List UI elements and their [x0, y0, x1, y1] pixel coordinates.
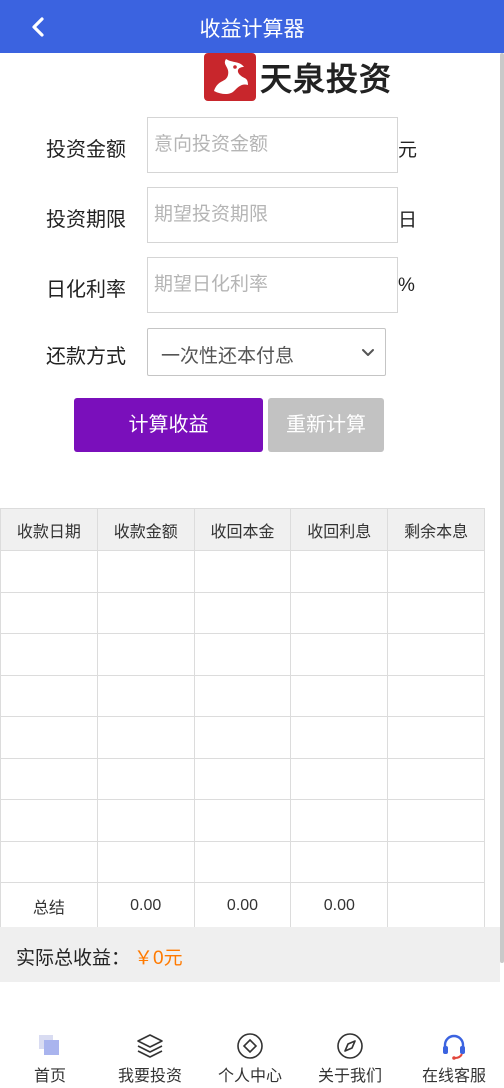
dragon-logo-icon [204, 53, 256, 101]
tab-service[interactable]: 在线客服 [404, 1028, 504, 1088]
tab-home[interactable]: 首页 [0, 1028, 100, 1088]
amount-input[interactable] [147, 117, 398, 173]
total-label: 实际总收益： [16, 948, 131, 969]
total-value: ￥0元 [134, 948, 183, 969]
table-row [0, 799, 485, 842]
term-unit: 日 [398, 210, 418, 231]
scrollbar[interactable] [500, 53, 504, 963]
chevron-down-icon [362, 349, 374, 356]
rate-input[interactable] [147, 257, 398, 313]
col-amount: 收款金额 [96, 508, 195, 551]
table-row [0, 716, 485, 759]
tab-user-center-label: 个人中心 [217, 1068, 282, 1085]
rate-unit: % [398, 275, 415, 296]
compass-icon [337, 1033, 363, 1059]
brand-logo: 天泉投资 [204, 52, 392, 102]
col-principal: 收回本金 [193, 508, 292, 551]
user-center-icon [237, 1033, 263, 1059]
summary-interest: 0.00 [290, 882, 389, 929]
amount-label: 投资金额 [46, 139, 126, 161]
repayment-label: 还款方式 [46, 346, 126, 368]
page-title: 收益计算器 [199, 18, 305, 41]
col-interest: 收回利息 [290, 508, 389, 551]
table-row [0, 840, 485, 883]
tab-user-center[interactable]: 个人中心 [200, 1028, 300, 1088]
table-row [0, 757, 485, 800]
summary-amount: 0.00 [96, 882, 195, 929]
term-label: 投资期限 [46, 209, 126, 231]
rate-label: 日化利率 [46, 279, 126, 301]
summary-row: 总结 0.00 0.00 0.00 [0, 882, 485, 929]
repayment-select[interactable]: 一次性还本付息 [147, 328, 386, 376]
tab-service-label: 在线客服 [421, 1068, 486, 1085]
col-remaining: 剩余本息 [387, 508, 485, 551]
layers-icon [137, 1034, 163, 1058]
tab-invest[interactable]: 我要投资 [100, 1028, 200, 1088]
summary-principal: 0.00 [193, 882, 292, 929]
table-row [0, 550, 485, 593]
home-icon [39, 1035, 59, 1055]
table-row [0, 674, 485, 717]
table-header-row: 收款日期 收款金额 收回本金 收回利息 剩余本息 [0, 508, 485, 551]
repayment-selected: 一次性还本付息 [161, 346, 295, 367]
result-table: 收款日期 收款金额 收回本金 收回利息 剩余本息 总结 0.00 0.00 0.… [0, 508, 485, 929]
amount-unit: 元 [398, 140, 418, 161]
tab-home-label: 首页 [33, 1068, 66, 1085]
summary-remaining [387, 882, 485, 929]
brand-name: 天泉投资 [260, 61, 393, 97]
total-bar: 实际总收益： ￥0元 [0, 927, 500, 982]
term-input[interactable] [147, 187, 398, 243]
calculate-button[interactable]: 计算收益 [74, 398, 263, 452]
table-row [0, 591, 485, 634]
top-bar: 收益计算器 [0, 0, 504, 53]
tab-about[interactable]: 关于我们 [300, 1028, 400, 1088]
reset-button[interactable]: 重新计算 [268, 398, 384, 452]
summary-label: 总结 [0, 882, 98, 929]
bottom-tabbar: 首页 我要投资 个人中心 关于我们 在线客服 [0, 1028, 504, 1088]
tab-invest-label: 我要投资 [117, 1068, 182, 1085]
table-row [0, 633, 485, 676]
tab-about-label: 关于我们 [317, 1068, 382, 1085]
col-date: 收款日期 [0, 508, 98, 551]
headset-icon [443, 1034, 465, 1060]
